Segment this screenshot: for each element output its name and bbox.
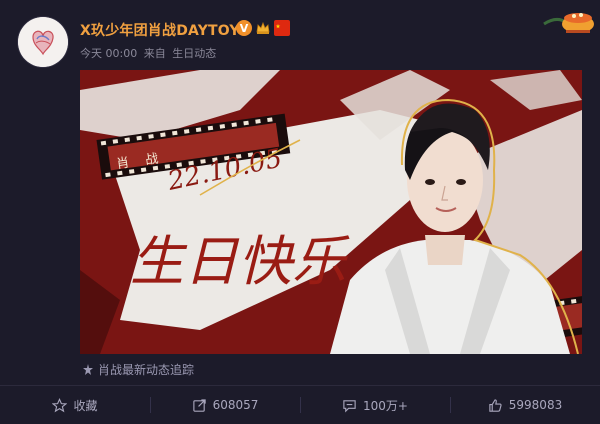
comment-count: 100万+ xyxy=(363,398,408,413)
author-badges: V xyxy=(236,20,290,36)
post-time[interactable]: 今天 00:00 xyxy=(80,47,137,60)
share-icon xyxy=(192,398,206,412)
decoration-pot-icon xyxy=(543,13,594,33)
post-meta: 今天 00:00 来自 生日动态 xyxy=(80,45,219,61)
comment-icon xyxy=(343,399,356,412)
avatar[interactable] xyxy=(18,17,68,67)
weibo-post: X玖少年团肖战DAYTOY V 今天 00:00 来自 生日动态 22.10.0… xyxy=(0,0,600,424)
greeting-signature: 生日快乐 xyxy=(130,230,350,293)
like-button[interactable]: 5998083 xyxy=(450,386,600,424)
topic-source-link[interactable]: 肖战最新动态追踪 xyxy=(82,361,194,378)
like-icon xyxy=(489,398,502,412)
repost-button[interactable]: 608057 xyxy=(150,386,300,424)
repost-count: 608057 xyxy=(212,398,259,412)
verified-badge[interactable]: V xyxy=(236,20,252,36)
favorite-label: 收藏 xyxy=(73,398,98,413)
avatar-heart-logo xyxy=(18,17,68,67)
sparkle-icon xyxy=(83,363,93,375)
star-icon xyxy=(52,397,68,412)
post-source[interactable]: 生日动态 xyxy=(172,47,216,60)
china-flag-icon[interactable] xyxy=(274,20,290,36)
author-name[interactable]: X玖少年团肖战DAYTOY xyxy=(80,20,240,40)
like-count: 5998083 xyxy=(508,398,563,412)
source-prefix: 来自 xyxy=(143,47,166,60)
topic-source-label: 肖战最新动态追踪 xyxy=(98,363,195,377)
birthday-banner-image[interactable]: 22.10.05 生日快乐 肖 战 xyxy=(80,70,582,354)
action-bar: 收藏 608057 100万+ 5998083 xyxy=(0,386,600,424)
comment-button[interactable]: 100万+ xyxy=(300,386,450,424)
favorite-button[interactable]: 收藏 xyxy=(0,386,150,424)
crown-icon[interactable] xyxy=(255,20,271,36)
